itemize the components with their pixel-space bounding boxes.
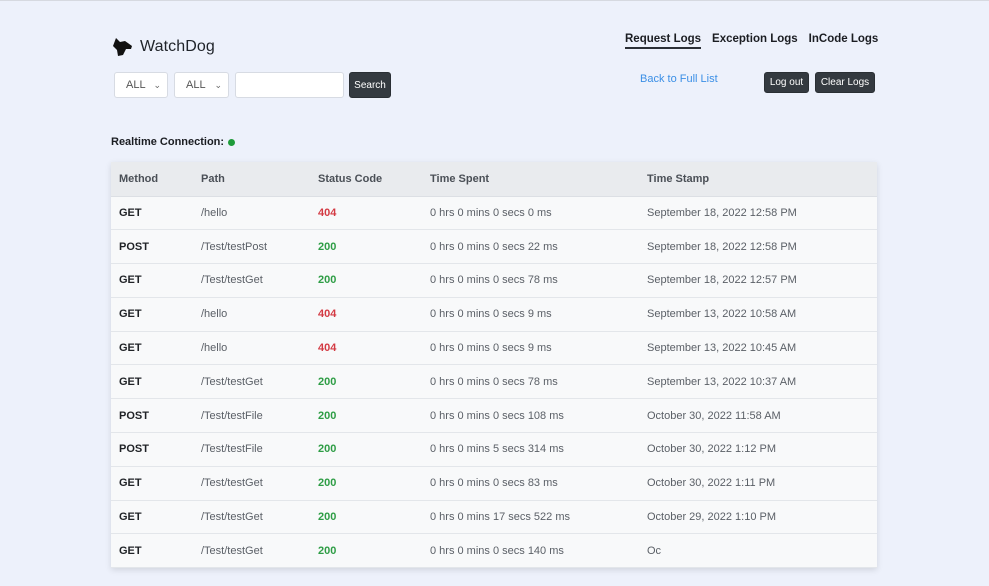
cell-status-code: 200 <box>310 398 422 434</box>
cell-path: /Test/testPost <box>193 229 310 265</box>
status-select-value: ALL <box>186 79 206 91</box>
cell-time-spent: 0 hrs 0 mins 0 secs 9 ms <box>422 297 639 332</box>
cell-time-stamp: October 29, 2022 1:10 PM <box>639 500 877 535</box>
cell-time-stamp: September 13, 2022 10:45 AM <box>639 331 877 366</box>
app-logo[interactable]: WatchDog <box>111 35 215 59</box>
cell-time-spent: 0 hrs 0 mins 0 secs 83 ms <box>422 466 639 501</box>
method-select[interactable]: ALL ⌄ <box>114 72 168 98</box>
table-row[interactable]: GET/Test/testGet 200 0 hrs 0 mins 0 secs 7… <box>111 263 877 298</box>
table-row[interactable]: POST/Test/testFile 200 0 hrs 0 mins 5 secs… <box>111 432 877 467</box>
cell-method: GET <box>111 364 193 400</box>
cell-method: POST <box>111 432 193 467</box>
main-nav: Request Logs Exception Logs InCode Logs <box>625 33 878 49</box>
nav-request-logs[interactable]: Request Logs <box>625 33 702 49</box>
realtime-label: Realtime Connection: <box>111 136 225 148</box>
cell-path: /Test/testFile <box>193 398 310 434</box>
cell-path: /Test/testGet <box>193 533 310 568</box>
table-row[interactable]: GET/hello 404 0 hrs 0 mins 0 secs 9 ms Sept… <box>111 331 877 366</box>
cell-method: GET <box>111 263 193 298</box>
nav-incode-logs[interactable]: InCode Logs <box>809 33 879 49</box>
header-time-stamp[interactable]: Time Stamp <box>639 162 877 197</box>
cell-status-code: 404 <box>310 331 422 366</box>
chevron-down-icon: ⌄ <box>214 79 222 90</box>
search-button[interactable]: Search <box>349 72 391 98</box>
cell-method: GET <box>111 196 193 231</box>
cell-path: /hello <box>193 196 310 231</box>
table-header-row: Method Path Status Code Time Spent Time … <box>111 162 877 197</box>
header-status-code[interactable]: Status Code <box>310 162 422 197</box>
cell-path: /Test/testFile <box>193 432 310 467</box>
connection-status-dot <box>228 138 236 146</box>
cell-path: /hello <box>193 297 310 332</box>
status-select[interactable]: ALL ⌄ <box>174 72 229 98</box>
table-row[interactable]: GET/hello 404 0 hrs 0 mins 0 secs 0 ms Sept… <box>111 196 877 231</box>
cell-time-spent: 0 hrs 0 mins 0 secs 108 ms <box>422 398 639 434</box>
cell-time-stamp: September 13, 2022 10:58 AM <box>639 297 877 332</box>
table-row[interactable]: GET/hello 404 0 hrs 0 mins 0 secs 9 ms Sept… <box>111 297 877 332</box>
table-row[interactable]: GET/Test/testGet 200 0 hrs 0 mins 17 secs … <box>111 500 877 535</box>
header-time-spent[interactable]: Time Spent <box>422 162 639 197</box>
cell-status-code: 200 <box>310 533 422 568</box>
cell-time-stamp: October 30, 2022 1:11 PM <box>639 466 877 501</box>
filter-bar: ALL ⌄ ALL ⌄ Search <box>114 72 391 98</box>
header-method[interactable]: Method <box>111 162 193 197</box>
cell-status-code: 200 <box>310 432 422 467</box>
app-name: WatchDog <box>140 38 215 55</box>
cell-time-spent: 0 hrs 0 mins 5 secs 314 ms <box>422 432 639 467</box>
cell-method: POST <box>111 229 193 265</box>
back-to-full-list-link[interactable]: Back to Full List <box>640 73 718 85</box>
chevron-down-icon: ⌄ <box>153 79 161 90</box>
cell-status-code: 200 <box>310 466 422 501</box>
cell-path: /Test/testGet <box>193 500 310 535</box>
clear-logs-button[interactable]: Clear Logs <box>815 72 875 93</box>
dog-head-icon <box>113 38 132 56</box>
nav-exception-logs[interactable]: Exception Logs <box>712 33 798 49</box>
cell-time-stamp: October 30, 2022 11:58 AM <box>639 398 877 434</box>
method-select-value: ALL <box>126 79 146 91</box>
cell-time-spent: 0 hrs 0 mins 0 secs 9 ms <box>422 331 639 366</box>
cell-time-spent: 0 hrs 0 mins 0 secs 140 ms <box>422 533 639 568</box>
table-row[interactable]: GET/Test/testGet 200 0 hrs 0 mins 0 secs 7… <box>111 364 877 400</box>
search-input[interactable] <box>235 72 344 98</box>
cell-status-code: 200 <box>310 229 422 265</box>
cell-method: POST <box>111 398 193 434</box>
cell-time-stamp: September 13, 2022 10:37 AM <box>639 364 877 400</box>
cell-path: /hello <box>193 331 310 366</box>
cell-time-spent: 0 hrs 0 mins 0 secs 78 ms <box>422 364 639 400</box>
cell-method: GET <box>111 331 193 366</box>
cell-method: GET <box>111 466 193 501</box>
cell-time-stamp: September 18, 2022 12:58 PM <box>639 229 877 265</box>
cell-time-stamp: October 30, 2022 1:12 PM <box>639 432 877 467</box>
table-row[interactable]: GET/Test/testGet 200 0 hrs 0 mins 0 secs 1… <box>111 533 877 568</box>
table-row[interactable]: GET/Test/testGet 200 0 hrs 0 mins 0 secs 8… <box>111 466 877 501</box>
cell-method: GET <box>111 297 193 332</box>
cell-time-stamp: Oc <box>639 533 877 568</box>
header-path[interactable]: Path <box>193 162 310 197</box>
cell-method: GET <box>111 500 193 535</box>
cell-status-code: 200 <box>310 500 422 535</box>
cell-path: /Test/testGet <box>193 364 310 400</box>
realtime-connection: Realtime Connection: <box>111 136 236 148</box>
logout-button[interactable]: Log out <box>764 72 809 93</box>
cell-time-stamp: September 18, 2022 12:58 PM <box>639 196 877 231</box>
cell-method: GET <box>111 533 193 568</box>
cell-time-spent: 0 hrs 0 mins 17 secs 522 ms <box>422 500 639 535</box>
cell-status-code: 200 <box>310 263 422 298</box>
table-row[interactable]: POST/Test/testPost 200 0 hrs 0 mins 0 secs… <box>111 229 877 265</box>
request-logs-table: Method Path Status Code Time Spent Time … <box>111 162 877 568</box>
top-border <box>0 0 989 1</box>
cell-time-spent: 0 hrs 0 mins 0 secs 0 ms <box>422 196 639 231</box>
table-row[interactable]: POST/Test/testFile 200 0 hrs 0 mins 0 secs… <box>111 398 877 434</box>
cell-status-code: 404 <box>310 297 422 332</box>
cell-path: /Test/testGet <box>193 263 310 298</box>
cell-time-spent: 0 hrs 0 mins 0 secs 78 ms <box>422 263 639 298</box>
cell-status-code: 404 <box>310 196 422 231</box>
cell-path: /Test/testGet <box>193 466 310 501</box>
cell-time-stamp: September 18, 2022 12:57 PM <box>639 263 877 298</box>
cell-status-code: 200 <box>310 364 422 400</box>
cell-time-spent: 0 hrs 0 mins 0 secs 22 ms <box>422 229 639 265</box>
